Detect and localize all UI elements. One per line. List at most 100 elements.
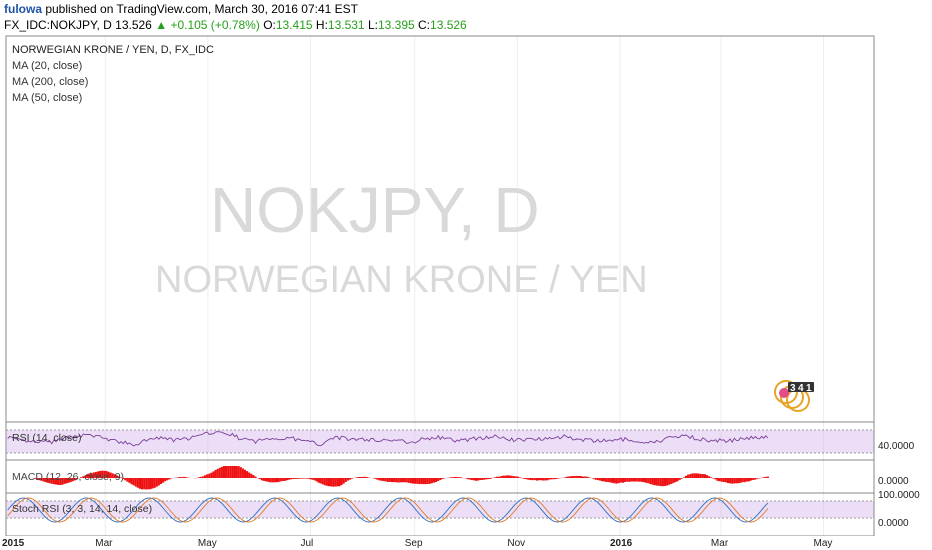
macd-bar xyxy=(243,469,247,478)
macd-label[interactable]: MACD (12, 26, close, 9) xyxy=(12,471,124,483)
macd-bar xyxy=(458,477,461,478)
macd-bar xyxy=(138,478,142,489)
macd-bar xyxy=(682,477,685,478)
macd-bar xyxy=(315,478,318,482)
macd-bar xyxy=(220,466,223,478)
macd-bar xyxy=(672,478,675,484)
macd-bar xyxy=(684,475,688,478)
macd-bar xyxy=(703,474,706,478)
macd-bar xyxy=(605,478,608,482)
macd-bar xyxy=(571,475,574,478)
price-axis[interactable]: 17.50017.00016.50016.00015.50015.00014.5… xyxy=(873,0,932,536)
macd-bar xyxy=(527,478,530,480)
macd-bar xyxy=(225,466,228,478)
macd-bar xyxy=(535,478,538,481)
macd-bar xyxy=(514,476,517,478)
macd-bar xyxy=(567,476,570,478)
macd-bar xyxy=(428,478,431,484)
rsi-label[interactable]: RSI (14, close) xyxy=(12,432,81,444)
macd-bar xyxy=(416,478,419,484)
macd-bar xyxy=(638,478,641,482)
macd-bar xyxy=(733,478,736,484)
time-axis-bg xyxy=(0,536,932,550)
macd-bar xyxy=(472,478,475,481)
macd-bar xyxy=(731,478,734,484)
macd-bar xyxy=(474,478,478,481)
macd-bar xyxy=(302,478,305,479)
macd-bar xyxy=(600,478,604,482)
macd-bar xyxy=(325,478,328,486)
time-tick-label: Mar xyxy=(95,538,113,549)
macd-bar xyxy=(714,478,717,480)
macd-bar xyxy=(178,477,181,478)
macd-bar xyxy=(739,478,742,483)
macd-bar xyxy=(735,478,738,484)
macd-bar xyxy=(384,478,387,482)
macd-bar xyxy=(552,478,555,480)
macd-bar xyxy=(550,478,553,480)
macd-bar xyxy=(477,478,480,481)
events-badge[interactable]: 3 4 1 xyxy=(774,380,814,412)
macd-bar xyxy=(640,478,643,482)
macd-bar xyxy=(565,476,568,478)
macd-bar xyxy=(584,476,587,478)
macd-bar xyxy=(290,478,293,480)
macd-bar xyxy=(531,478,534,481)
macd-bar xyxy=(346,478,349,481)
macd-bar xyxy=(233,466,236,478)
time-axis[interactable]: 2015 Mar May Jul Sep Nov 2016 Mar May xyxy=(0,536,932,550)
macd-bar xyxy=(176,477,179,478)
macd-bar xyxy=(227,466,230,478)
price-chart[interactable]: NOKJPY, D NORWEGIAN KRONE / YEN 17.50017… xyxy=(0,0,932,550)
macd-bar xyxy=(342,478,345,484)
legend-ma20[interactable]: MA (20, close) xyxy=(12,60,82,72)
macd-bar xyxy=(523,478,526,479)
macd-bar xyxy=(388,478,391,482)
macd-bar xyxy=(283,478,286,481)
macd-bar xyxy=(720,478,723,482)
macd-bar xyxy=(655,478,658,486)
macd-bar xyxy=(642,478,646,483)
macd-bar xyxy=(390,478,394,483)
macd-bar xyxy=(582,476,585,478)
macd-bar xyxy=(481,478,484,480)
macd-bar xyxy=(311,478,314,480)
macd-bar xyxy=(393,478,396,483)
time-tick-label: 2016 xyxy=(610,538,633,549)
macd-bar xyxy=(374,478,377,479)
macd-bar xyxy=(275,478,278,483)
legend-ma200[interactable]: MA (200, close) xyxy=(12,76,88,88)
macd-bar xyxy=(466,478,469,480)
macd-bar xyxy=(657,478,660,486)
event-count-3: 1 xyxy=(806,383,812,394)
macd-bar xyxy=(267,478,270,482)
macd-bar xyxy=(332,478,335,487)
macd-bar xyxy=(157,478,160,486)
macd-bar xyxy=(663,478,667,486)
macd-bar xyxy=(409,478,412,484)
macd-bar xyxy=(407,478,410,483)
macd-bar xyxy=(147,478,150,490)
macd-bar xyxy=(380,478,383,481)
macd-bar xyxy=(624,478,627,483)
legend-ma50[interactable]: MA (50, close) xyxy=(12,92,82,104)
macd-bar xyxy=(309,478,312,480)
macd-bar xyxy=(250,473,253,478)
macd-bar xyxy=(611,478,614,483)
macd-bar xyxy=(689,474,692,478)
macd-bar xyxy=(288,478,291,480)
macd-bar xyxy=(351,478,354,479)
macd-bar xyxy=(666,478,669,486)
macd-bar xyxy=(525,478,528,480)
macd-bar xyxy=(745,478,748,482)
macd-bar xyxy=(701,473,704,478)
macd-bar xyxy=(269,478,272,483)
macd-bar xyxy=(596,478,599,481)
time-tick-label: Sep xyxy=(405,538,423,549)
stoch-label[interactable]: Stoch RSI (3, 3, 14, 14, close) xyxy=(12,503,152,515)
macd-bar xyxy=(500,476,503,478)
macd-bar xyxy=(741,478,744,483)
macd-bar xyxy=(130,478,133,485)
macd-bar xyxy=(321,478,324,485)
macd-bar xyxy=(470,478,473,481)
